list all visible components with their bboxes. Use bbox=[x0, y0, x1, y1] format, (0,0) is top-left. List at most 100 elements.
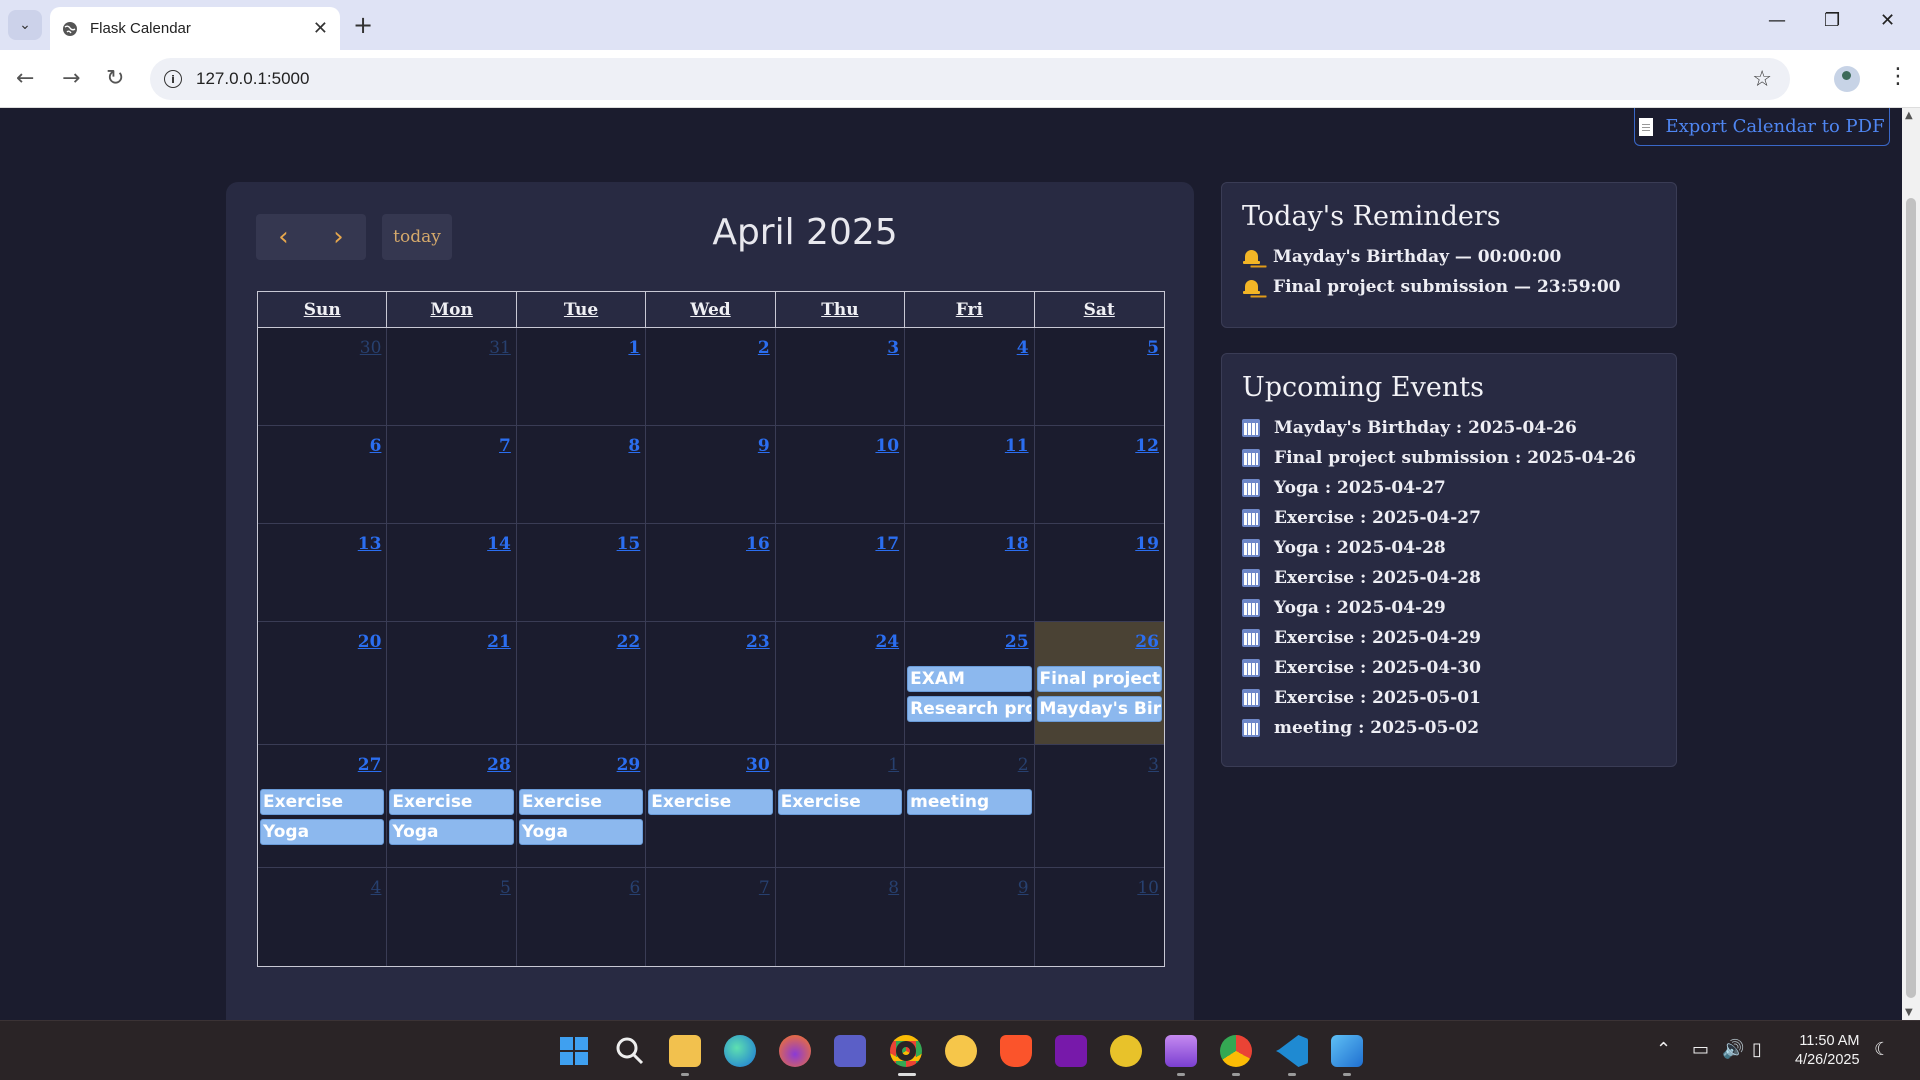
day-cell[interactable]: 28 Exercise Yoga bbox=[387, 745, 517, 867]
day-cell[interactable]: 31 bbox=[387, 328, 517, 425]
day-cell[interactable]: 12 bbox=[1034, 426, 1164, 523]
tray-overflow-icon[interactable]: ⌃ bbox=[1656, 1039, 1671, 1060]
day-cell[interactable]: 19 bbox=[1034, 524, 1164, 621]
tab-search-dropdown-icon[interactable]: ⌄ bbox=[8, 10, 42, 40]
weekday-header-cell[interactable]: Fri bbox=[905, 292, 1035, 327]
day-cell[interactable]: 1 Exercise bbox=[775, 745, 906, 867]
firefox-icon[interactable] bbox=[779, 1035, 811, 1067]
day-cell[interactable]: 10 bbox=[1034, 868, 1164, 966]
weekday-header-cell[interactable]: Thu bbox=[776, 292, 906, 327]
day-number-link[interactable]: 20 bbox=[358, 632, 382, 652]
day-number-link[interactable]: 4 bbox=[1017, 338, 1029, 358]
calendar-event[interactable]: Research proj bbox=[907, 696, 1032, 722]
day-cell[interactable]: 2 bbox=[646, 328, 776, 425]
day-number-link[interactable]: 22 bbox=[617, 632, 641, 652]
day-cell[interactable]: 13 bbox=[258, 524, 388, 621]
day-cell[interactable]: 5 bbox=[1034, 328, 1164, 425]
day-number-link[interactable]: 2 bbox=[1018, 755, 1029, 775]
day-number-link[interactable]: 3 bbox=[887, 338, 899, 358]
day-cell[interactable]: 23 bbox=[646, 622, 776, 744]
day-number-link[interactable]: 30 bbox=[746, 755, 770, 775]
browser-tab[interactable]: Flask Calendar ✕ bbox=[50, 7, 340, 50]
minimize-icon[interactable]: — bbox=[1768, 10, 1786, 31]
start-icon[interactable] bbox=[558, 1035, 590, 1067]
day-cell[interactable]: 11 bbox=[905, 426, 1035, 523]
day-cell[interactable]: 3 bbox=[775, 328, 906, 425]
chrome-icon[interactable] bbox=[890, 1035, 922, 1067]
day-cell[interactable]: 4 bbox=[905, 328, 1035, 425]
day-number-link[interactable]: 27 bbox=[358, 755, 382, 775]
day-number-link[interactable]: 9 bbox=[1018, 878, 1029, 898]
calendar-event[interactable]: EXAM bbox=[907, 666, 1032, 692]
browser-menu-icon[interactable]: ⋮ bbox=[1887, 64, 1909, 89]
day-number-link[interactable]: 8 bbox=[888, 878, 899, 898]
back-icon[interactable]: ← bbox=[16, 66, 34, 91]
tab-close-icon[interactable]: ✕ bbox=[313, 18, 328, 39]
day-cell[interactable]: 3 bbox=[1034, 745, 1164, 867]
address-bar[interactable]: i 127.0.0.1:5000 ☆ bbox=[150, 58, 1790, 100]
battery-icon[interactable]: ▯ bbox=[1752, 1039, 1762, 1060]
emoji-app-icon[interactable] bbox=[945, 1035, 977, 1067]
calendar-event[interactable]: Exercise bbox=[389, 789, 514, 815]
new-tab-icon[interactable]: + bbox=[353, 11, 373, 39]
calendar-event[interactable]: Exercise bbox=[260, 789, 385, 815]
notification-icon[interactable]: ☾ bbox=[1874, 1039, 1890, 1060]
day-number-link[interactable]: 9 bbox=[758, 436, 770, 456]
weekday-header-cell[interactable]: Sat bbox=[1035, 292, 1164, 327]
onenote-icon[interactable] bbox=[1055, 1035, 1087, 1067]
day-number-link[interactable]: 29 bbox=[617, 755, 641, 775]
calendar-event[interactable]: Yoga bbox=[260, 819, 385, 845]
day-cell[interactable]: 8 bbox=[775, 868, 906, 966]
day-cell[interactable]: 14 bbox=[387, 524, 517, 621]
day-cell[interactable]: 9 bbox=[905, 868, 1035, 966]
day-number-link[interactable]: 7 bbox=[759, 878, 770, 898]
day-cell[interactable]: 4 bbox=[258, 868, 388, 966]
weekday-header-cell[interactable]: Mon bbox=[387, 292, 517, 327]
day-cell-today[interactable]: 26 Final project s Mayday's Birth bbox=[1034, 622, 1164, 744]
day-cell[interactable]: 24 bbox=[775, 622, 906, 744]
day-cell[interactable]: 30 Exercise bbox=[646, 745, 776, 867]
site-info-icon[interactable]: i bbox=[164, 70, 182, 88]
export-pdf-button[interactable]: Export Calendar to PDF bbox=[1634, 108, 1890, 146]
day-number-link[interactable]: 10 bbox=[1137, 878, 1159, 898]
vscode-icon[interactable] bbox=[1276, 1035, 1308, 1067]
day-number-link[interactable]: 24 bbox=[875, 632, 899, 652]
teams-icon[interactable] bbox=[834, 1035, 866, 1067]
day-number-link[interactable]: 16 bbox=[746, 534, 770, 554]
day-cell[interactable]: 18 bbox=[905, 524, 1035, 621]
calendar-event[interactable]: Exercise bbox=[777, 789, 903, 815]
calendar-event[interactable]: Exercise bbox=[518, 789, 644, 815]
weekday-header-cell[interactable]: Wed bbox=[646, 292, 776, 327]
calendar-event[interactable]: Final project s bbox=[1036, 666, 1162, 692]
window-close-icon[interactable]: ✕ bbox=[1880, 10, 1895, 31]
day-cell[interactable]: 17 bbox=[775, 524, 906, 621]
forward-icon[interactable]: → bbox=[62, 66, 80, 91]
day-number-link[interactable]: 26 bbox=[1135, 632, 1159, 652]
day-number-link[interactable]: 23 bbox=[746, 632, 770, 652]
page-scrollbar[interactable]: ▲ ▼ bbox=[1902, 108, 1920, 1020]
volume-icon[interactable]: 🔊 bbox=[1722, 1039, 1744, 1060]
day-cell[interactable]: 1 bbox=[516, 328, 647, 425]
edge-icon[interactable] bbox=[724, 1035, 756, 1067]
weekday-header-cell[interactable]: Tue bbox=[517, 292, 647, 327]
day-cell[interactable]: 29 Exercise Yoga bbox=[516, 745, 647, 867]
day-number-link[interactable]: 11 bbox=[1005, 436, 1029, 456]
calendar-event[interactable]: Exercise bbox=[648, 789, 773, 815]
day-cell[interactable]: 10 bbox=[775, 426, 906, 523]
scroll-down-icon[interactable]: ▼ bbox=[1905, 1007, 1913, 1018]
day-number-link[interactable]: 5 bbox=[500, 878, 511, 898]
video-editor-icon[interactable] bbox=[1165, 1035, 1197, 1067]
day-number-link[interactable]: 6 bbox=[629, 878, 640, 898]
day-cell[interactable]: 15 bbox=[516, 524, 647, 621]
day-number-link[interactable]: 31 bbox=[489, 338, 511, 358]
system-clock[interactable]: 11:50 AM 4/26/2025 bbox=[1795, 1032, 1860, 1070]
day-number-link[interactable]: 6 bbox=[370, 436, 382, 456]
day-cell[interactable]: 16 bbox=[646, 524, 776, 621]
scroll-up-icon[interactable]: ▲ bbox=[1905, 110, 1913, 121]
day-number-link[interactable]: 10 bbox=[875, 436, 899, 456]
weekday-header-cell[interactable]: Sun bbox=[258, 292, 388, 327]
chrome-profile-icon[interactable] bbox=[1220, 1035, 1252, 1067]
day-number-link[interactable]: 19 bbox=[1135, 534, 1159, 554]
calendar-event[interactable]: Yoga bbox=[518, 819, 644, 845]
day-number-link[interactable]: 25 bbox=[1005, 632, 1029, 652]
